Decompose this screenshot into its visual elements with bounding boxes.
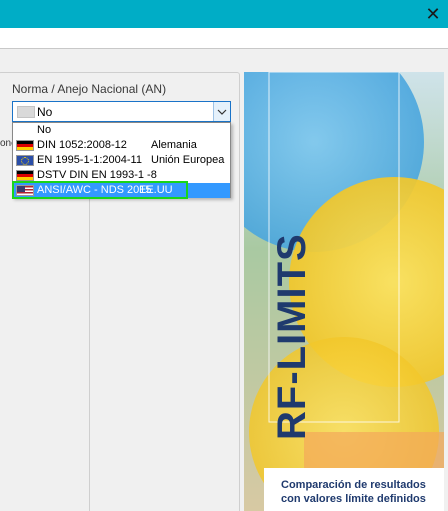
product-caption: Comparación de resultados con valores lí… <box>281 478 446 506</box>
germany-flag-icon <box>16 140 34 151</box>
close-button[interactable]: ✕ <box>418 0 448 28</box>
list-pane-right <box>90 146 236 511</box>
flag-none-icon <box>17 106 35 118</box>
title-bar: ✕ <box>0 0 448 28</box>
option-code: DIN 1052:2008-12 <box>37 139 127 151</box>
toolbar-strip <box>0 28 448 48</box>
option-din-1052[interactable]: DIN 1052:2008-12 Alemania <box>13 138 230 153</box>
option-country: Unión Europea <box>151 154 225 166</box>
norma-group-label: Norma / Anejo Nacional (AN) <box>12 82 167 96</box>
list-pane-left <box>0 146 90 511</box>
option-code: EN 1995-1-1:2004-11 <box>37 154 142 166</box>
highlight-annotation <box>12 181 188 199</box>
combobox-value: No <box>37 105 53 119</box>
germany-flag-icon <box>16 170 34 181</box>
caption-line: con valores límite definidos <box>281 493 426 505</box>
eu-flag-icon <box>16 155 34 166</box>
option-code: No <box>37 124 52 136</box>
product-title: RF-LIMITS <box>270 233 314 440</box>
option-no[interactable]: No <box>13 123 230 138</box>
option-en-1995[interactable]: EN 1995-1-1:2004-11 Unión Europea <box>13 153 230 168</box>
close-icon: ✕ <box>425 3 441 24</box>
dropdown-button[interactable] <box>213 102 230 121</box>
option-country: Alemania <box>151 139 197 151</box>
option-code: DSTV DIN EN 1993-1 -8 <box>37 169 157 181</box>
norma-combobox[interactable]: No <box>12 101 231 122</box>
caption-line: Comparación de resultados <box>281 479 426 491</box>
chevron-down-icon <box>217 109 227 115</box>
